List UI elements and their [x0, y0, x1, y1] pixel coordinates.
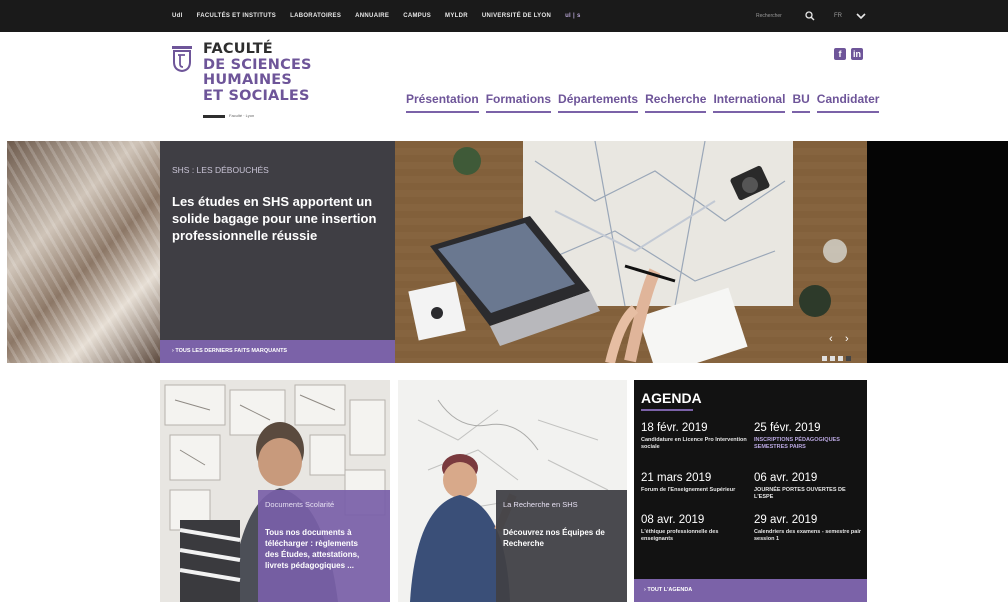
main-navigation: Présentation Formations Départements Rec…: [406, 92, 880, 113]
research-card-text[interactable]: Découvrez nos Équipes de Recherche: [503, 527, 618, 549]
carousel-dot[interactable]: [822, 356, 827, 361]
agenda-event-title[interactable]: L'éthique professionnelle des enseignant…: [641, 529, 749, 543]
hero-kicker: SHS : LES DÉBOUCHÉS: [172, 165, 269, 175]
faculty-logo[interactable]: FACULTÉ DE SCIENCES HUMAINES ET SOCIALES: [203, 41, 312, 104]
linkedin-icon[interactable]: in: [851, 48, 863, 60]
hero-photo: [395, 141, 867, 363]
nav-formations[interactable]: Formations: [485, 92, 552, 113]
top-link-uls[interactable]: ul | s: [565, 13, 580, 19]
logo-line-1: FACULTÉ: [203, 41, 273, 57]
hero-title[interactable]: Les études en SHS apportent un solide ba…: [172, 193, 387, 244]
agenda-event-date: 06 avr. 2019: [754, 472, 818, 484]
nav-international[interactable]: International: [713, 92, 786, 113]
top-link-annuaire[interactable]: ANNUAIRE: [355, 13, 389, 19]
search-icon[interactable]: [805, 11, 815, 21]
logo-line-3: HUMAINES: [203, 72, 293, 88]
agenda-event-date: 08 avr. 2019: [641, 514, 705, 526]
carousel-prev-button[interactable]: ‹: [829, 333, 833, 345]
documents-card-text[interactable]: Tous nos documents à télécharger : règle…: [265, 527, 373, 571]
agenda-event-date: 21 mars 2019: [641, 472, 712, 484]
carousel-next-button[interactable]: ›: [845, 333, 849, 345]
top-link-universite-de-lyon[interactable]: UNIVERSITÉ DE LYON: [482, 13, 551, 19]
hero-side-image-texture: [7, 141, 160, 363]
logo-subtitle: Faculté · Lyon: [229, 113, 255, 118]
logo-line-4: ET SOCIALES: [203, 87, 310, 104]
agenda-title: AGENDA: [641, 390, 702, 406]
nav-departements[interactable]: Départements: [558, 92, 639, 113]
nav-bu[interactable]: BU: [792, 92, 810, 113]
agenda-event-date: 18 févr. 2019: [641, 422, 708, 434]
agenda-event-title[interactable]: INSCRIPTIONS PÉDAGOGIQUES SEMESTRES PAIR…: [754, 437, 862, 451]
university-emblem-icon[interactable]: [172, 46, 192, 72]
agenda-event-title[interactable]: JOURNÉE PORTES OUVERTES DE L'ESPE: [754, 487, 862, 501]
top-navigation: UdI FACULTÉS ET INSTITUTS LABORATOIRES A…: [172, 0, 581, 32]
agenda-event-title[interactable]: Calendriers des examens - semestre pair …: [754, 529, 862, 543]
agenda-event-title[interactable]: Candidature en Licence Pro Intervention …: [641, 437, 749, 451]
search-input[interactable]: Rechercher: [756, 11, 800, 21]
nav-recherche[interactable]: Recherche: [645, 92, 707, 113]
language-selector[interactable]: FR: [834, 11, 842, 21]
top-link-udl[interactable]: UdI: [172, 13, 183, 19]
top-link-myldr[interactable]: MYLDR: [445, 13, 468, 19]
documents-card-kicker: Documents Scolarité: [265, 500, 335, 509]
nav-presentation[interactable]: Présentation: [406, 92, 479, 113]
facebook-icon[interactable]: f: [834, 48, 846, 60]
agenda-event-title[interactable]: Forum de l'Enseignement Supérieur: [641, 487, 749, 494]
top-link-laboratoires[interactable]: LABORATOIRES: [290, 13, 341, 19]
logo-line-2: DE SCIENCES: [203, 56, 312, 73]
agenda-event-date: 25 févr. 2019: [754, 422, 821, 434]
hero-right-dark-area: [867, 141, 1008, 363]
agenda-title-rule: [641, 409, 693, 411]
research-card-kicker: La Recherche en SHS: [503, 500, 578, 509]
nav-candidater[interactable]: Candidater: [816, 92, 880, 113]
chevron-down-icon[interactable]: [856, 12, 866, 20]
logo-underline: [203, 115, 225, 118]
hero-all-highlights-link[interactable]: › TOUS LES DERNIERS FAITS MARQUANTS: [160, 340, 395, 363]
agenda-event-date: 29 avr. 2019: [754, 514, 818, 526]
agenda-all-link[interactable]: › TOUT L'AGENDA: [634, 579, 867, 602]
top-link-campus[interactable]: CAMPUS: [403, 13, 431, 19]
carousel-dot[interactable]: [830, 356, 835, 361]
top-link-facultes[interactable]: FACULTÉS ET INSTITUTS: [197, 13, 277, 19]
carousel-dot[interactable]: [846, 356, 851, 361]
carousel-dot[interactable]: [838, 356, 843, 361]
